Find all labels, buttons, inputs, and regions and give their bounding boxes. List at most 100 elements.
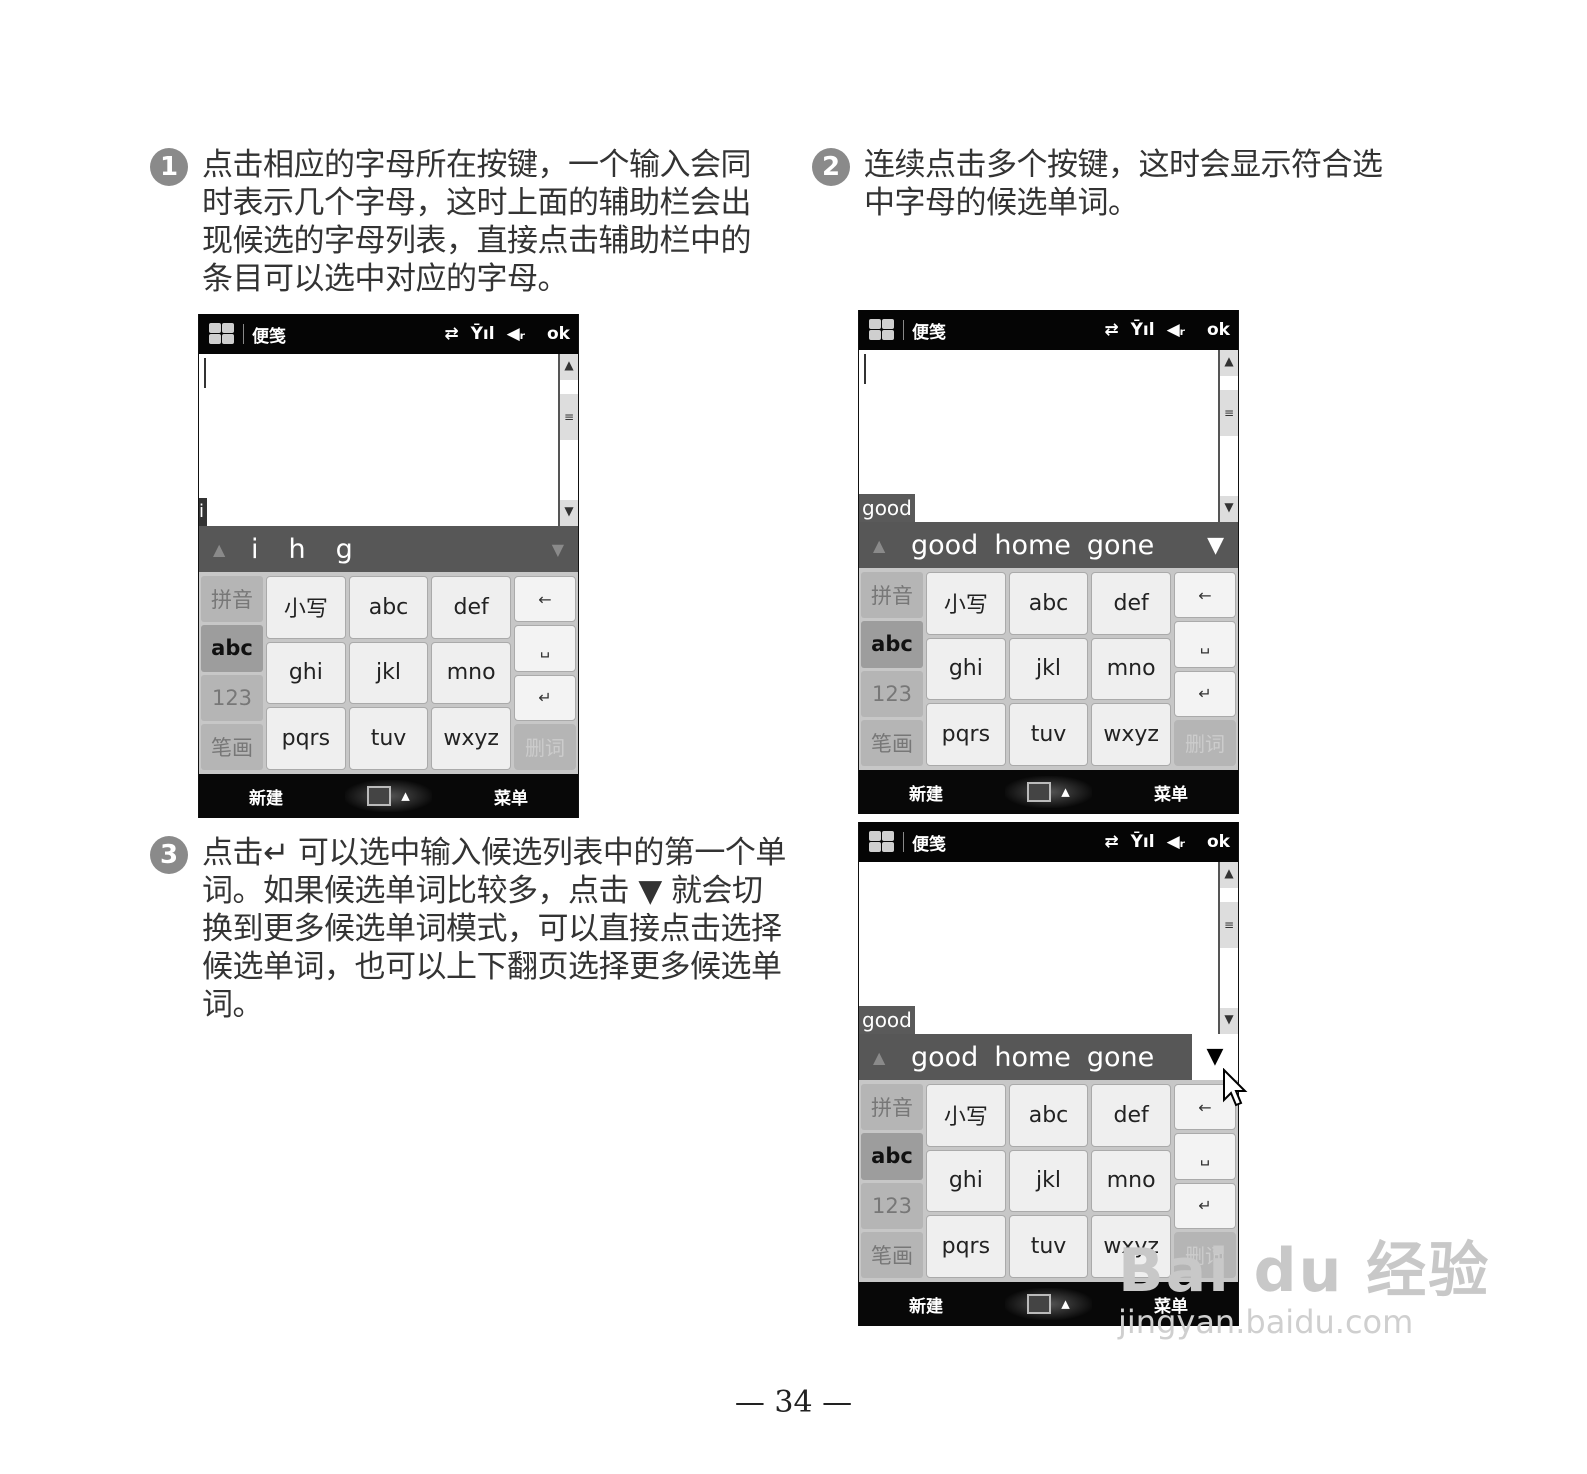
candidate-page-up-icon[interactable]: ▲ [873,1048,905,1067]
menu-softkey[interactable]: 菜单 [494,784,528,809]
mode-pinyin-key[interactable]: 拼音 [201,576,263,623]
key-def[interactable]: def [1091,1084,1171,1147]
mode-abc-key[interactable]: abc [861,1133,923,1180]
key-tuv[interactable]: tuv [1008,1215,1089,1278]
key-lowercase[interactable]: 小写 [266,576,346,639]
title-bar: 便笺 ⇄ Ῡıl ◀ᵣ ok [199,314,578,354]
key-abc[interactable]: abc [1008,1084,1089,1147]
mode-stroke-key[interactable]: 笔画 [201,723,263,770]
windows-start-icon[interactable] [867,318,897,342]
key-pqrs[interactable]: pqrs [266,707,346,770]
candidate-item[interactable]: gone [1087,530,1154,561]
windows-start-icon[interactable] [867,830,897,854]
space-key[interactable]: ␣ [1174,1133,1236,1180]
text-caret [204,358,206,388]
scroll-down-icon[interactable]: ▼ [560,500,578,526]
mode-abc-key[interactable]: abc [861,621,923,668]
scroll-up-icon[interactable]: ▲ [1220,350,1238,376]
key-wxyz[interactable]: wxyz [431,707,511,770]
delete-word-key[interactable]: 删词 [1174,719,1236,766]
candidate-item[interactable]: home [994,1042,1071,1073]
candidate-item[interactable]: gone [1087,1042,1154,1073]
note-text-area[interactable]: good ▲ ≡ ▼ [859,350,1238,522]
vertical-scrollbar[interactable]: ▲ ≡ ▼ [558,354,578,526]
candidate-list: i h g [245,534,552,565]
windows-start-icon[interactable] [207,322,237,346]
scroll-thumb[interactable]: ≡ [1220,390,1238,436]
scroll-up-icon[interactable]: ▲ [1220,862,1238,888]
key-def[interactable]: def [431,576,511,639]
enter-key[interactable]: ↵ [514,674,576,721]
ok-button[interactable]: ok [1207,320,1230,340]
key-abc[interactable]: abc [348,576,429,639]
candidate-item[interactable]: h [289,534,306,565]
key-jkl[interactable]: jkl [348,641,429,705]
key-tuv[interactable]: tuv [1008,703,1089,766]
signal-icon: Ῡıl [1130,832,1155,852]
candidate-page-down-icon[interactable]: ▼ [552,540,564,559]
composing-text: i [199,498,207,526]
key-def[interactable]: def [1091,572,1171,635]
key-mno[interactable]: mno [1091,1149,1171,1213]
signal-icon: Ῡıl [470,324,495,344]
vertical-scrollbar[interactable]: ▲ ≡ ▼ [1218,862,1238,1034]
scroll-thumb[interactable]: ≡ [1220,902,1238,948]
backspace-key[interactable]: ← [1174,572,1236,619]
key-pqrs[interactable]: pqrs [926,703,1006,766]
mode-123-key[interactable]: 123 [861,670,923,717]
mode-stroke-key[interactable]: 笔画 [861,719,923,766]
mode-pinyin-key[interactable]: 拼音 [861,572,923,619]
menu-softkey[interactable]: 菜单 [1154,780,1188,805]
key-jkl[interactable]: jkl [1008,637,1089,701]
key-wxyz[interactable]: wxyz [1091,703,1171,766]
scroll-down-icon[interactable]: ▼ [1220,496,1238,522]
expand-candidates-icon[interactable]: ▼ [1207,533,1224,558]
key-ghi[interactable]: ghi [926,1149,1006,1213]
candidate-item[interactable]: i [251,534,259,565]
space-key[interactable]: ␣ [514,625,576,672]
note-text-area[interactable]: good ▲ ≡ ▼ [859,862,1238,1034]
candidate-item[interactable]: good [911,1042,978,1073]
note-text-area[interactable]: i ▲ ≡ ▼ [199,354,578,526]
input-panel-toggle[interactable]: ▴ [345,780,432,812]
candidate-page-up-icon[interactable]: ▲ [873,536,905,555]
key-ghi[interactable]: ghi [266,641,346,705]
ok-button[interactable]: ok [547,324,570,344]
candidate-item[interactable]: good [911,530,978,561]
key-ghi[interactable]: ghi [926,637,1006,701]
mode-pinyin-key[interactable]: 拼音 [861,1084,923,1131]
space-key[interactable]: ␣ [1174,621,1236,668]
scroll-up-icon[interactable]: ▲ [560,354,578,380]
scroll-thumb[interactable]: ≡ [560,394,578,440]
mode-123-key[interactable]: 123 [201,674,263,721]
input-panel-toggle[interactable]: ▴ [1005,776,1092,808]
scroll-down-icon[interactable]: ▼ [1220,1008,1238,1034]
candidate-page-up-icon[interactable]: ▲ [213,540,245,559]
input-panel-toggle[interactable]: ▴ [1005,1288,1092,1320]
key-mno[interactable]: mno [1091,637,1171,701]
new-softkey[interactable]: 新建 [909,780,943,805]
ok-button[interactable]: ok [1207,832,1230,852]
enter-key[interactable]: ↵ [1174,670,1236,717]
candidate-list: good home gone [905,1042,1224,1073]
candidate-item[interactable]: g [336,534,353,565]
keypad: 拼音 abc 123 笔画 小写 abc def ghi jkl mno pqr… [859,568,1238,770]
key-pqrs[interactable]: pqrs [926,1215,1006,1278]
key-tuv[interactable]: tuv [348,707,429,770]
key-abc[interactable]: abc [1008,572,1089,635]
key-lowercase[interactable]: 小写 [926,1084,1006,1147]
vertical-scrollbar[interactable]: ▲ ≡ ▼ [1218,350,1238,522]
mode-123-key[interactable]: 123 [861,1182,923,1229]
app-title: 便笺 [252,326,286,347]
delete-word-key[interactable]: 删词 [514,723,576,770]
new-softkey[interactable]: 新建 [249,784,283,809]
candidate-item[interactable]: home [994,530,1071,561]
mode-stroke-key[interactable]: 笔画 [861,1231,923,1278]
key-mno[interactable]: mno [431,641,511,705]
new-softkey[interactable]: 新建 [909,1292,943,1317]
function-column: ← ␣ ↵ 删词 [514,576,576,770]
key-jkl[interactable]: jkl [1008,1149,1089,1213]
key-lowercase[interactable]: 小写 [926,572,1006,635]
mode-abc-key[interactable]: abc [201,625,263,672]
backspace-key[interactable]: ← [514,576,576,623]
